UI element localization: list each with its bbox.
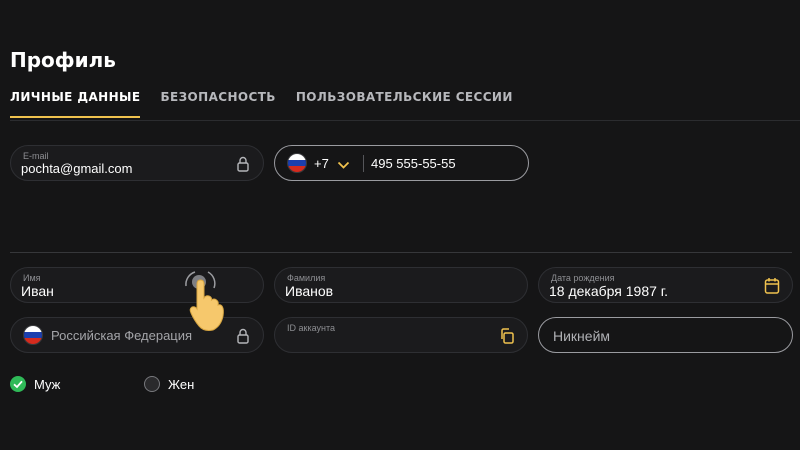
gender-female-option[interactable]: Жен: [144, 375, 194, 393]
account-id-field[interactable]: ID аккаунта: [274, 317, 528, 353]
page-title: Профиль: [10, 48, 116, 72]
calendar-icon[interactable]: [764, 277, 780, 295]
first-name-label: Имя: [23, 273, 41, 283]
tab-personal-data[interactable]: ЛИЧНЫЕ ДАННЫЕ: [10, 88, 141, 118]
phone-field[interactable]: +7 495 555-55-55: [274, 145, 529, 181]
email-value: pochta@gmail.com: [21, 161, 133, 176]
country-code[interactable]: +7: [314, 156, 329, 171]
tabs: ЛИЧНЫЕ ДАННЫЕ БЕЗОПАСНОСТЬ ПОЛЬЗОВАТЕЛЬС…: [10, 88, 533, 120]
last-name-label: Фамилия: [287, 273, 326, 283]
lock-icon: [235, 155, 251, 173]
country-value: Российская Федерация: [51, 328, 193, 343]
email-field[interactable]: E-mail pochta@gmail.com: [10, 145, 264, 181]
nickname-input[interactable]: Никнейм: [538, 317, 793, 353]
first-name-value: Иван: [21, 283, 54, 299]
phone-number: 495 555-55-55: [371, 156, 456, 171]
gender-male-label: Муж: [34, 376, 61, 392]
birth-date-field[interactable]: Дата рождения 18 декабря 1987 г.: [538, 267, 793, 303]
section-divider: [10, 252, 792, 253]
gender-male-option[interactable]: Муж: [10, 375, 60, 393]
gender-female-label: Жен: [168, 376, 195, 392]
last-name-field[interactable]: Фамилия Иванов: [274, 267, 528, 303]
chevron-down-icon[interactable]: [337, 157, 350, 175]
phone-separator: [363, 155, 364, 172]
last-name-value: Иванов: [285, 283, 334, 299]
nickname-placeholder: Никнейм: [553, 328, 611, 344]
birth-date-value: 18 декабря 1987 г.: [549, 283, 669, 299]
copy-icon[interactable]: [499, 327, 515, 345]
tap-hand-icon: [180, 266, 240, 336]
russia-flag-icon: [23, 325, 43, 345]
radio-unchecked-icon[interactable]: [144, 376, 160, 392]
russia-flag-icon: [287, 153, 307, 173]
email-label: E-mail: [23, 151, 49, 161]
tab-security[interactable]: БЕЗОПАСНОСТЬ: [160, 88, 275, 118]
tab-user-sessions[interactable]: ПОЛЬЗОВАТЕЛЬСКИЕ СЕССИИ: [296, 88, 513, 118]
tabs-divider: [10, 120, 800, 121]
account-id-label: ID аккаунта: [287, 323, 335, 333]
birth-date-label: Дата рождения: [551, 273, 615, 283]
radio-checked-icon[interactable]: [10, 376, 26, 392]
